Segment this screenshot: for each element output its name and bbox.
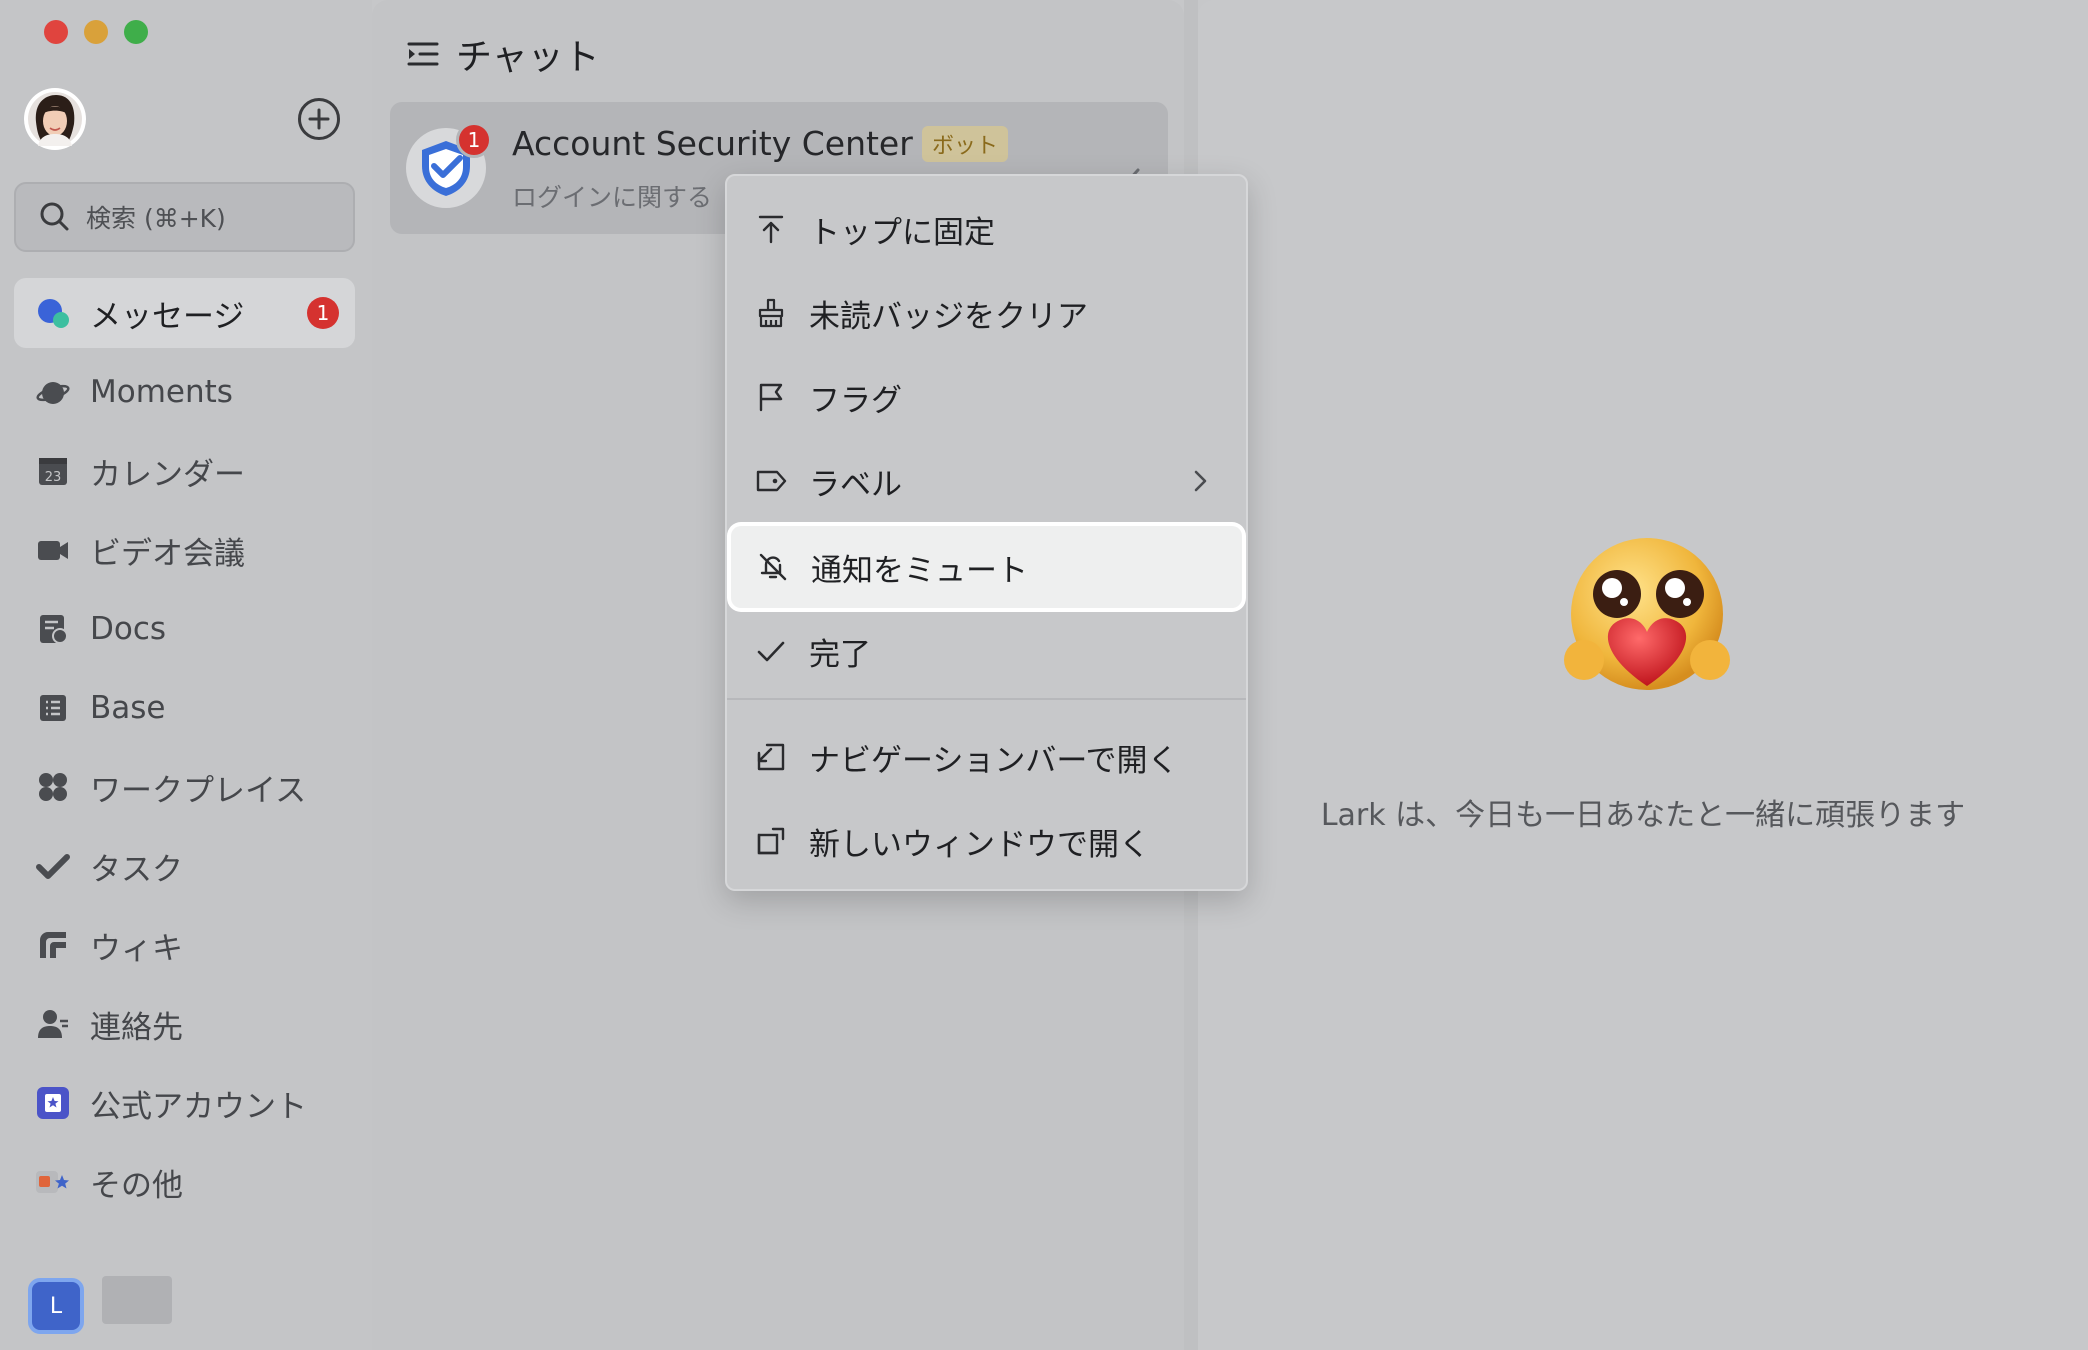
menu-item-label: ラベル [809, 466, 902, 503]
minimize-window-button[interactable] [84, 20, 108, 44]
search-input[interactable]: 検索 (⌘+K) [14, 182, 355, 252]
moments-icon [36, 375, 70, 409]
menu-item-mute-notifications[interactable]: 通知をミュート [731, 526, 1242, 608]
menu-item-done[interactable]: 完了 [729, 610, 1244, 692]
empty-state-panel: Lark は、今日も一日あなたと一緒に頑張ります [1198, 0, 2088, 1350]
sidebar-item-wiki[interactable]: ウィキ [14, 910, 355, 980]
chat-context-menu: トップに固定 未読バッジをクリア フラグ ラベル 通知をミュート 完了 ナビゲー… [725, 174, 1248, 891]
sidebar-item-label: ワークプレイス [90, 772, 307, 809]
task-icon [36, 849, 70, 883]
sidebar-item-label: 連絡先 [90, 1009, 183, 1046]
more-icon [36, 1165, 70, 1199]
sidebar-item-label: タスク [90, 851, 183, 888]
menu-item-open-in-nav-bar[interactable]: ナビゲーションバーで開く [729, 716, 1244, 798]
broom-icon [758, 298, 784, 328]
wiki-icon [36, 928, 70, 962]
label-icon [756, 470, 787, 492]
docs-icon [36, 612, 70, 646]
sidebar-item-official-account[interactable]: 公式アカウント [14, 1068, 355, 1138]
menu-item-label: 完了 [809, 636, 871, 673]
sidebar-item-label: その他 [90, 1167, 183, 1204]
base-icon [36, 691, 70, 725]
menu-item-open-new-window[interactable]: 新しいウィンドウで開く [729, 800, 1244, 882]
workplace-icon [36, 770, 70, 804]
sidebar-item-label: 公式アカウント [90, 1088, 307, 1125]
maximize-window-button[interactable] [124, 20, 148, 44]
collapse-sidebar-icon[interactable] [406, 37, 440, 71]
sidebar-item-label: ビデオ会議 [90, 535, 245, 572]
chevron-right-icon [1194, 470, 1207, 492]
flag-icon [759, 383, 783, 412]
mascot-heart-emoji-icon [1564, 538, 1730, 690]
calendar-icon: 23 [36, 454, 70, 488]
open-nav-icon [757, 743, 785, 771]
window-controls [44, 20, 148, 44]
svg-text:23: 23 [45, 470, 62, 485]
empty-state-slogan: Lark は、今日も一日あなたと一緒に頑張ります [1320, 798, 1966, 833]
official-account-icon [36, 1086, 70, 1120]
bot-tag: ボット [922, 126, 1009, 162]
menu-item-pin-top[interactable]: トップに固定 [729, 188, 1244, 270]
sidebar-item-contacts[interactable]: 連絡先 [14, 989, 355, 1059]
menu-item-label: 通知をミュート [811, 552, 1028, 589]
sidebar-item-label: メッセージ [90, 298, 245, 335]
pin-top-icon [758, 215, 784, 244]
sidebar-item-more[interactable]: その他 [14, 1147, 355, 1217]
menu-item-label: 新しいウィンドウで開く [809, 826, 1150, 863]
menu-item-flag[interactable]: フラグ [729, 356, 1244, 438]
search-icon [40, 202, 69, 231]
chat-unread-badge: 1 [456, 122, 492, 158]
sidebar-item-label: カレンダー [90, 456, 245, 493]
check-icon [757, 641, 785, 662]
add-button[interactable] [298, 98, 340, 140]
menu-item-label: フラグ [809, 382, 902, 419]
menu-separator [727, 698, 1246, 700]
sidebar-item-label: ウィキ [90, 930, 183, 967]
sidebar-item-video-meeting[interactable]: ビデオ会議 [14, 515, 355, 585]
close-window-button[interactable] [44, 20, 68, 44]
plus-icon [308, 108, 330, 130]
sidebar-item-label: Docs [90, 611, 167, 647]
menu-item-label: ナビゲーションバーで開く [809, 742, 1179, 779]
bell-off-icon [759, 553, 787, 581]
sidebar-nav: メッセージ 1 Moments 23 カレンダー ビデオ会議 Docs Base… [14, 278, 355, 1226]
sidebar-item-workplace[interactable]: ワークプレイス [14, 752, 355, 822]
sidebar-item-calendar[interactable]: 23 カレンダー [14, 436, 355, 506]
sidebar-item-label: Moments [90, 374, 233, 410]
new-window-icon [757, 827, 785, 855]
menu-item-label-submenu[interactable]: ラベル [729, 440, 1244, 522]
unread-badge: 1 [307, 297, 339, 329]
avatar-image [28, 92, 82, 146]
sidebar-item-messages[interactable]: メッセージ 1 [14, 278, 355, 348]
sidebar-item-task[interactable]: タスク [14, 831, 355, 901]
sidebar-item-base[interactable]: Base [14, 673, 355, 743]
chat-list-title: チャット [456, 37, 600, 78]
sidebar: 検索 (⌘+K) メッセージ 1 Moments 23 カレンダー ビデオ会議 … [0, 0, 372, 1350]
user-avatar[interactable] [24, 88, 86, 150]
sidebar-item-label: Base [90, 690, 166, 726]
workspace-switcher[interactable]: L [28, 1278, 84, 1334]
menu-item-label: トップに固定 [809, 214, 995, 251]
chat-list-header: チャット [406, 28, 600, 80]
sidebar-item-moments[interactable]: Moments [14, 357, 355, 427]
message-icon [36, 296, 70, 330]
chat-preview: ログインに関する [512, 183, 713, 212]
menu-item-label: 未読バッジをクリア [809, 298, 1088, 335]
contacts-icon [36, 1007, 70, 1041]
video-icon [36, 533, 70, 567]
workspace-thumbnail[interactable] [102, 1276, 172, 1324]
chat-name: Account Security Center [512, 124, 913, 163]
search-placeholder: 検索 (⌘+K) [86, 204, 226, 233]
sidebar-item-docs[interactable]: Docs [14, 594, 355, 664]
menu-item-clear-unread[interactable]: 未読バッジをクリア [729, 272, 1244, 354]
